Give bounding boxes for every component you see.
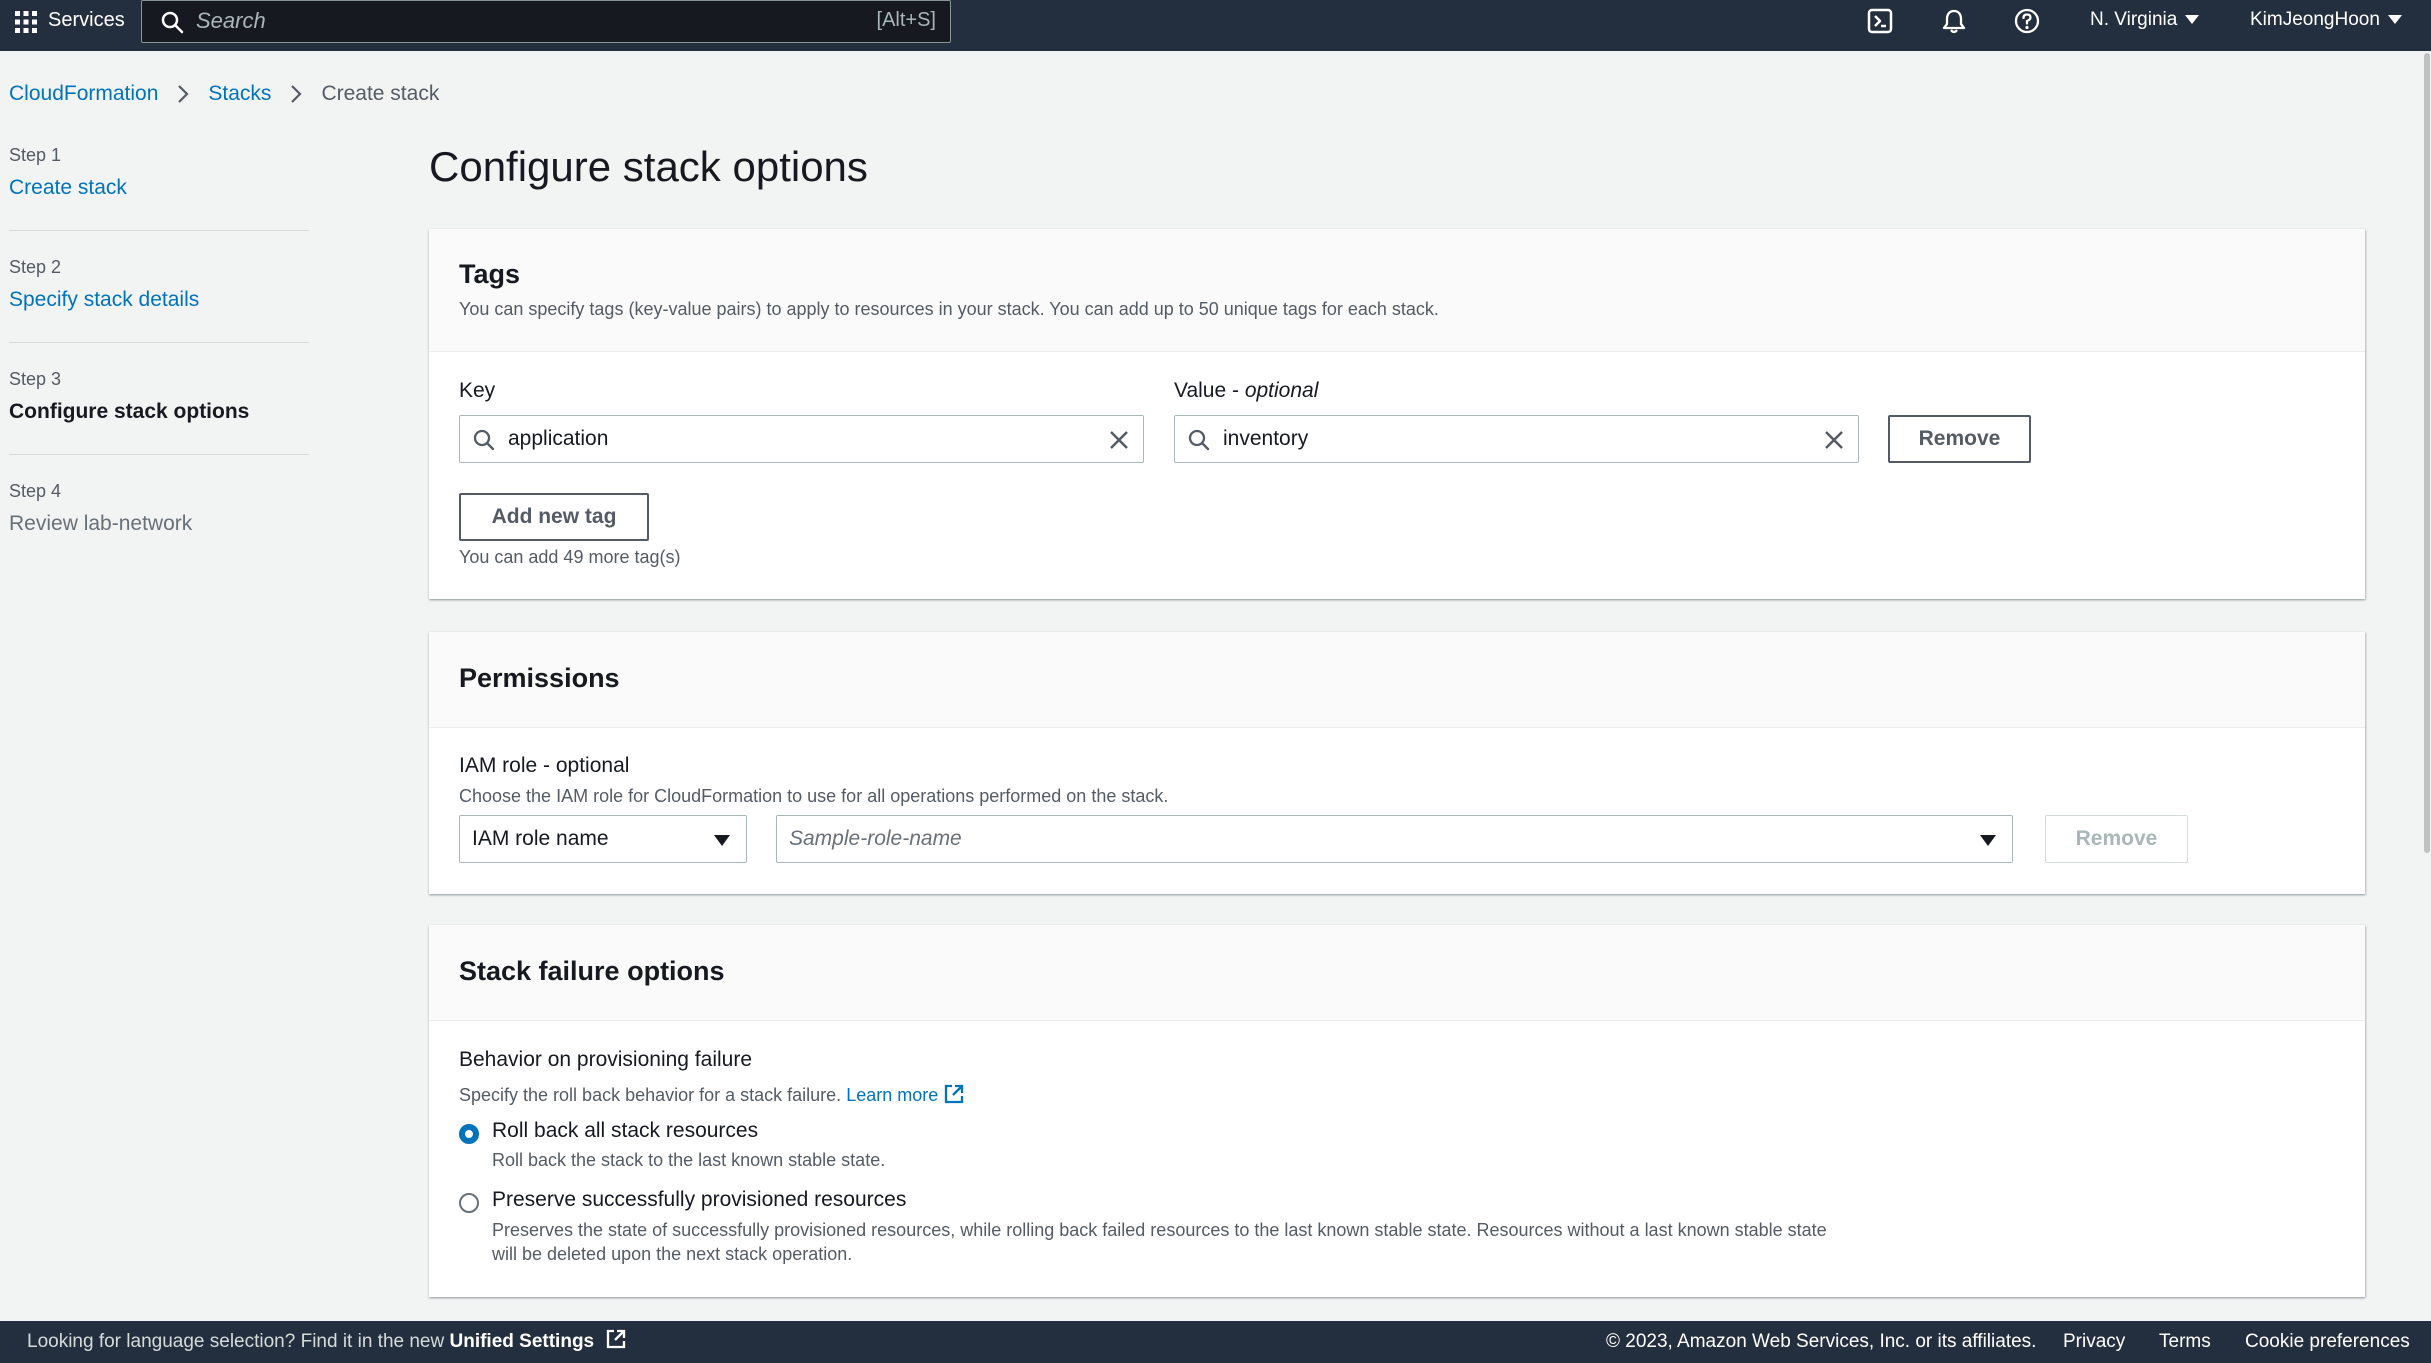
divider: [9, 342, 309, 343]
learn-more-link[interactable]: Learn more: [846, 1085, 938, 1105]
step-3: Step 3 Configure stack options: [9, 369, 309, 424]
stack-failure-panel: Stack failure options Behavior on provis…: [429, 925, 2365, 1297]
divider: [9, 230, 309, 231]
services-menu[interactable]: Services: [48, 0, 125, 40]
preserve-description-line2: will be deleted upon the next stack oper…: [492, 1244, 853, 1264]
region-selector[interactable]: N. Virginia: [2090, 0, 2200, 40]
unified-settings-link[interactable]: Unified Settings: [450, 1331, 595, 1352]
bell-icon[interactable]: [1940, 7, 1968, 35]
terms-link[interactable]: Terms: [2159, 1321, 2211, 1363]
permissions-panel: Permissions IAM role - optional Choose t…: [429, 632, 2365, 894]
language-notice-text: Looking for language selection? Find it …: [27, 1331, 450, 1352]
step-number: Step 1: [9, 145, 62, 165]
failure-header: Stack failure options: [429, 925, 2365, 1021]
copyright: © 2023, Amazon Web Services, Inc. or its…: [1606, 1331, 2037, 1352]
preserve-resources-label[interactable]: Preserve successfully provisioned resour…: [492, 1188, 906, 1212]
iam-role-description: Choose the IAM role for CloudFormation t…: [459, 786, 1169, 806]
user-name: KimJeongHoon: [2250, 9, 2380, 30]
footer: Looking for language selection? Find it …: [0, 1321, 2431, 1363]
caret-down-icon: [2387, 15, 2402, 24]
page-scrollbar[interactable]: [2423, 51, 2431, 1321]
tag-value-input[interactable]: inventory: [1174, 415, 1859, 463]
search-icon: [1188, 429, 1210, 451]
rollback-all-description: Roll back the stack to the last known st…: [492, 1150, 886, 1170]
step-link-specify-details[interactable]: Specify stack details: [9, 288, 309, 312]
failure-title: Stack failure options: [459, 956, 725, 986]
caret-down-icon: [2185, 15, 2200, 24]
tags-description: You can specify tags (key-value pairs) t…: [459, 299, 1439, 319]
tag-value-value: inventory: [1223, 427, 1309, 450]
step-number: Step 3: [9, 369, 62, 389]
key-label: Key: [459, 379, 496, 402]
caret-down-icon: [714, 835, 730, 846]
breadcrumb-stacks[interactable]: Stacks: [208, 82, 271, 106]
scrollbar-thumb[interactable]: [2424, 53, 2430, 853]
search-placeholder: Search: [196, 8, 266, 33]
chevron-right-icon: [291, 85, 302, 103]
step-2: Step 2 Specify stack details: [9, 257, 309, 312]
external-link-icon[interactable]: [605, 1328, 627, 1350]
value-label: Value - optional: [1174, 379, 1318, 403]
cookie-preferences-link[interactable]: Cookie preferences: [2245, 1321, 2410, 1363]
clear-icon[interactable]: [1107, 428, 1131, 452]
search-input[interactable]: Search [Alt+S]: [141, 0, 951, 43]
tag-key-input[interactable]: application: [459, 415, 1144, 463]
divider: [9, 454, 309, 455]
breadcrumb-create-stack: Create stack: [321, 82, 440, 105]
remove-tag-button[interactable]: Remove: [1888, 415, 2031, 463]
preserve-description-line1: Preserves the state of successfully prov…: [492, 1220, 1827, 1240]
chevron-right-icon: [178, 85, 189, 103]
help-icon[interactable]: [2013, 7, 2041, 35]
clear-icon[interactable]: [1822, 428, 1846, 452]
cloudshell-icon[interactable]: [1866, 7, 1894, 35]
tags-panel: Tags You can specify tags (key-value pai…: [429, 229, 2365, 599]
permissions-header: Permissions: [429, 632, 2365, 728]
breadcrumb: CloudFormation Stacks Create stack: [9, 82, 439, 106]
page-title: Configure stack options: [429, 143, 868, 190]
language-notice: Looking for language selection? Find it …: [27, 1321, 627, 1363]
iam-role-type-select[interactable]: IAM role name: [459, 815, 747, 863]
add-new-tag-button[interactable]: Add new tag: [459, 493, 649, 541]
privacy-link[interactable]: Privacy: [2063, 1321, 2125, 1363]
behavior-description: Specify the roll back behavior for a sta…: [459, 1083, 965, 1106]
search-icon: [161, 11, 184, 34]
step-4: Step 4 Review lab-network: [9, 481, 309, 536]
breadcrumb-cloudformation[interactable]: CloudFormation: [9, 82, 158, 106]
tags-remaining: You can add 49 more tag(s): [459, 547, 681, 567]
account-menu[interactable]: KimJeongHoon: [2250, 0, 2402, 40]
radio-rollback-all[interactable]: [459, 1124, 479, 1144]
tags-header: Tags You can specify tags (key-value pai…: [429, 229, 2365, 352]
step-number: Step 4: [9, 481, 62, 501]
tag-key-value: application: [508, 427, 609, 450]
external-link-icon[interactable]: [943, 1083, 965, 1105]
behavior-description-text: Specify the roll back behavior for a sta…: [459, 1085, 842, 1105]
step-current-title: Configure stack options: [9, 400, 250, 423]
value-label-text: Value -: [1174, 379, 1245, 402]
search-icon: [473, 429, 495, 451]
optional-text: optional: [1244, 379, 1319, 402]
top-navigation: Services Search [Alt+S] N. Virginia KimJ…: [0, 0, 2431, 51]
caret-down-icon: [1980, 835, 1996, 846]
iam-role-name-select[interactable]: Sample-role-name: [776, 815, 2013, 863]
step-1: Step 1 Create stack: [9, 145, 309, 200]
behavior-label: Behavior on provisioning failure: [459, 1048, 753, 1071]
tags-title: Tags: [459, 259, 521, 289]
iam-role-type-value: IAM role name: [472, 827, 609, 850]
iam-role-name-placeholder: Sample-role-name: [789, 827, 962, 850]
rollback-all-label[interactable]: Roll back all stack resources: [492, 1119, 758, 1143]
search-shortcut: [Alt+S]: [876, 9, 936, 31]
step-title-review: Review lab-network: [9, 512, 193, 535]
radio-preserve-resources[interactable]: [459, 1193, 479, 1213]
iam-role-label: IAM role - optional: [459, 754, 630, 777]
grid-icon[interactable]: [14, 10, 38, 34]
permissions-title: Permissions: [459, 663, 620, 693]
step-number: Step 2: [9, 257, 62, 277]
remove-role-button[interactable]: Remove: [2045, 815, 2188, 863]
region-label: N. Virginia: [2090, 9, 2178, 30]
step-link-create-stack[interactable]: Create stack: [9, 176, 309, 200]
